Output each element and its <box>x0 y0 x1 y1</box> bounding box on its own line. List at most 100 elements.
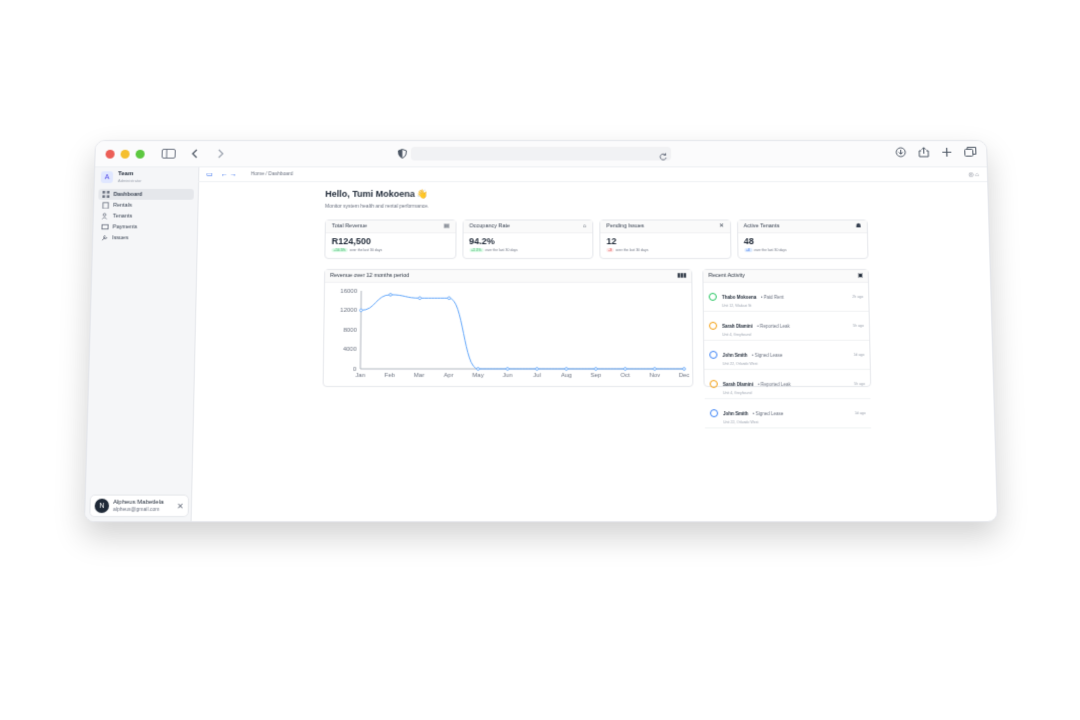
activity-action: • Signed Lease <box>753 411 784 416</box>
data-point <box>448 297 451 300</box>
sidebar-item-label: Dashboard <box>113 191 142 197</box>
sidebar-item-label: Rentals <box>113 202 132 208</box>
sidebar-item-issues[interactable]: Issues <box>97 232 193 243</box>
activity-name: John Smith <box>722 353 747 358</box>
activity-unit: Unit 4, Greyhound <box>722 333 790 337</box>
activity-time: 5h ago <box>853 324 864 328</box>
revenue-line-chart: 0400080001200016000Jan Feb Mar Apr May Jun Jul… <box>324 283 693 383</box>
notification-icon[interactable]: ◎ ⌂ <box>968 171 979 178</box>
stat-title: Total Revenue <box>332 223 367 229</box>
activity-action: • Reported Leak <box>758 382 791 387</box>
stat-card-occupancy-rate: Occupancy Rate ⌂ 94.2% +2.1% over the last… <box>462 219 594 259</box>
y-tick-label: 12000 <box>340 308 358 314</box>
y-tick-label: 16000 <box>340 289 358 295</box>
minimize-window-dot[interactable] <box>121 149 130 158</box>
sidebar-item-label: Issues <box>112 235 128 241</box>
back-icon[interactable] <box>187 146 203 162</box>
expand-user-menu-icon[interactable]: ✕ <box>177 501 184 510</box>
stat-value: R124,500 <box>332 236 449 246</box>
team-switcher[interactable]: A Team Administrator <box>95 167 199 187</box>
close-window-dot[interactable] <box>105 149 114 158</box>
card-icon <box>101 223 108 230</box>
revenue-icon: ▤ <box>444 223 449 229</box>
activity-action: • Signed Lease <box>752 353 783 358</box>
new-tab-icon[interactable] <box>941 145 952 163</box>
download-icon[interactable] <box>895 145 906 163</box>
user-name: Alpheus Mabetlela <box>113 499 164 506</box>
y-tick-label: 4000 <box>343 347 357 353</box>
data-point <box>594 367 597 370</box>
revenue-line <box>360 295 684 369</box>
sidebar-item-payments[interactable]: Payments <box>97 221 193 232</box>
check-circle-icon <box>709 293 717 301</box>
sidebar-item-tenants[interactable]: Tenants <box>98 211 194 222</box>
x-tick-label: Feb <box>384 373 395 379</box>
x-tick-label: Jan <box>355 373 365 379</box>
stat-title: Occupancy Rate <box>469 223 510 229</box>
team-name: Team <box>118 171 142 178</box>
x-tick-label: Mar <box>414 373 425 379</box>
sidebar-item-dashboard[interactable]: Dashboard <box>98 189 194 200</box>
list-item[interactable]: Thabo Mokoena • Paid Rent Unit 12, Vilaka… <box>703 283 868 312</box>
info-circle-icon <box>709 351 717 359</box>
sidebar: A Team Administrator Dashboard Rentals T… <box>85 167 199 521</box>
activity-title: Recent Activity <box>708 273 744 279</box>
data-point <box>477 367 480 370</box>
page-subtitle: Monitor system health and rental perform… <box>325 204 867 210</box>
reload-icon[interactable] <box>659 148 667 166</box>
user-card[interactable]: N Alpheus Mabetlela alpheus@gmail.com ✕ <box>89 495 189 518</box>
stat-title: Pending Issues <box>606 223 644 229</box>
list-item[interactable]: Sarah Dlamini • Reported Leak Unit 4, Gre… <box>704 312 869 341</box>
stat-title: Active Tenants <box>744 223 780 229</box>
activity-action: • Paid Rent <box>761 295 784 300</box>
nav-arrows-icon[interactable]: ← → <box>221 171 237 178</box>
user-email: alpheus@gmail.com <box>113 506 164 512</box>
browser-titlebar <box>95 141 987 167</box>
tabs-overview-icon[interactable] <box>964 145 977 163</box>
data-point <box>506 367 509 370</box>
address-bar[interactable] <box>411 147 671 161</box>
activity-name: Sarah Dlamini <box>723 382 754 387</box>
app-body: A Team Administrator Dashboard Rentals T… <box>85 167 997 521</box>
avatar: N <box>94 499 109 513</box>
list-item[interactable]: John Smith • Signed Lease Unit 22, Orland… <box>705 399 871 428</box>
stat-cards: Total Revenue ▤ R124,500 +10.5% over the l… <box>324 219 868 259</box>
list-item[interactable]: Sarah Dlamini • Reported Leak Unit 4, Gre… <box>704 370 870 399</box>
building-icon <box>102 202 109 209</box>
sidebar-toggle-icon[interactable] <box>160 146 176 162</box>
stat-delta: +10.5% <box>331 248 347 252</box>
activity-unit: Unit 22, Orlando West <box>723 362 783 366</box>
x-tick-label: May <box>472 373 484 379</box>
activity-unit: Unit 22, Orlando West <box>723 420 783 424</box>
stat-note: over the last 30 days <box>485 248 518 252</box>
sidebar-item-rentals[interactable]: Rentals <box>98 200 194 211</box>
wrench-icon <box>101 234 108 241</box>
x-tick-label: Apr <box>444 373 454 379</box>
message-icon[interactable]: ▣ <box>858 273 863 279</box>
lower-section: Revenue over 12 months period ▮▮▮ 0 4000 80… <box>323 269 872 387</box>
topbar: ▭ ← → Home / Dashboard ◎ ⌂ <box>198 167 987 182</box>
stat-card-total-revenue: Total Revenue ▤ R124,500 +10.5% over the l… <box>324 219 456 259</box>
data-point <box>360 309 363 312</box>
stat-card-active-tenants: Active Tenants ☗ 48 +4 over the last 30 da… <box>737 219 869 259</box>
home-icon: ⌂ <box>583 223 586 229</box>
activity-time: 2h ago <box>852 295 863 299</box>
data-point <box>653 367 656 370</box>
grid-icon <box>102 191 109 198</box>
data-point <box>389 293 392 296</box>
x-tick-label: Aug <box>561 373 572 379</box>
bar-chart-icon[interactable]: ▮▮▮ <box>677 273 686 279</box>
activity-name: Sarah Dlamini <box>722 324 752 329</box>
list-item[interactable]: John Smith • Signed Lease Unit 22, Orland… <box>704 341 870 370</box>
panel-toggle-icon[interactable]: ▭ <box>206 170 213 178</box>
activity-time: 5h ago <box>854 382 865 386</box>
sidebar-item-label: Tenants <box>113 213 133 219</box>
maximize-window-dot[interactable] <box>136 149 145 158</box>
breadcrumb: Home / Dashboard <box>251 171 293 177</box>
shield-icon[interactable] <box>394 146 410 162</box>
scene: A Team Administrator Dashboard Rentals T… <box>0 0 1080 720</box>
revenue-chart-card: Revenue over 12 months period ▮▮▮ 0 4000 80… <box>323 269 694 387</box>
forward-icon[interactable] <box>213 146 229 162</box>
recent-activity-panel: Recent Activity ▣ Thabo Mokoena • Paid Re… <box>702 269 871 387</box>
share-icon[interactable] <box>918 145 929 163</box>
